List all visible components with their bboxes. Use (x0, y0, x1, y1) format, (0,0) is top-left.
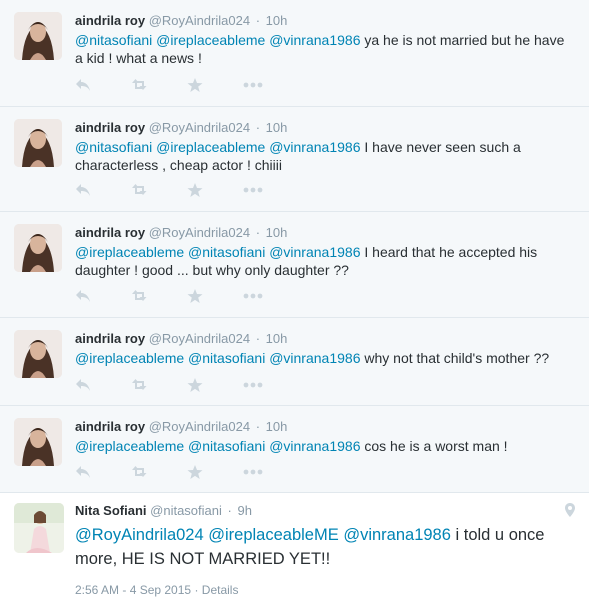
mention-link[interactable]: @nitasofiani (188, 438, 265, 454)
tweet-text: @nitasofiani @ireplaceableme @vinrana198… (75, 138, 575, 174)
more-icon[interactable] (243, 376, 299, 394)
user-handle[interactable]: @RoyAindrila024 (149, 419, 250, 434)
user-handle[interactable]: @nitasofiani (150, 503, 222, 518)
user-name[interactable]: aindrila roy (75, 120, 145, 135)
mention-link[interactable]: @ireplaceableme (75, 438, 184, 454)
mention-link[interactable]: @ireplaceableme (156, 139, 265, 155)
reply-icon[interactable] (75, 463, 131, 481)
separator-dot: · (255, 225, 261, 240)
retweet-icon[interactable] (131, 287, 187, 305)
favorite-icon[interactable] (187, 376, 243, 394)
avatar[interactable] (14, 418, 62, 466)
tweet-actions (75, 463, 299, 481)
user-name[interactable]: aindrila roy (75, 419, 145, 434)
tweet-item[interactable]: aindrila roy @RoyAindrila024 · 10h @nita… (0, 0, 589, 107)
tweet-text: @RoyAindrila024 @ireplaceableME @vinrana… (75, 523, 585, 571)
tweet-actions (75, 376, 299, 394)
separator-dot: · (227, 503, 232, 518)
retweet-icon[interactable] (131, 181, 187, 199)
tweet-item[interactable]: aindrila roy @RoyAindrila024 · 10h @irep… (0, 406, 589, 493)
tweet-thread: aindrila roy @RoyAindrila024 · 10h @nita… (0, 0, 589, 597)
tweet-item[interactable]: aindrila roy @RoyAindrila024 · 10h @irep… (0, 212, 589, 318)
tweet-time[interactable]: 9h (237, 503, 251, 518)
mention-link[interactable]: @nitasofiani (75, 139, 152, 155)
more-icon[interactable] (243, 463, 299, 481)
retweet-icon[interactable] (131, 376, 187, 394)
tweet-header: aindrila roy @RoyAindrila024 · 10h (75, 13, 287, 28)
reply-icon[interactable] (75, 76, 131, 94)
tweet-item[interactable]: aindrila roy @RoyAindrila024 · 10h @nita… (0, 107, 589, 212)
mention-link[interactable]: @ireplaceableme (75, 244, 184, 260)
tweet-actions (75, 76, 299, 94)
retweet-icon[interactable] (131, 463, 187, 481)
reply-icon[interactable] (75, 181, 131, 199)
mention-link[interactable]: @ireplaceableME (208, 526, 338, 544)
mention-link[interactable]: @nitasofiani (188, 244, 265, 260)
mention-link[interactable]: @nitasofiani (75, 32, 152, 48)
tweet-item[interactable]: aindrila roy @RoyAindrila024 · 10h @irep… (0, 318, 589, 406)
favorite-icon[interactable] (187, 463, 243, 481)
mention-link[interactable]: @vinrana1986 (269, 244, 360, 260)
user-handle[interactable]: @RoyAindrila024 (149, 225, 250, 240)
tweet-time[interactable]: 10h (266, 419, 288, 434)
mention-link[interactable]: @vinrana1986 (343, 526, 451, 544)
more-icon[interactable] (243, 76, 299, 94)
tweet-text: @nitasofiani @ireplaceableme @vinrana198… (75, 31, 575, 67)
more-icon[interactable] (243, 181, 299, 199)
mention-link[interactable]: @RoyAindrila024 (75, 526, 204, 544)
user-handle[interactable]: @RoyAindrila024 (149, 120, 250, 135)
tweet-header: aindrila roy @RoyAindrila024 · 10h (75, 120, 287, 135)
more-icon[interactable] (243, 287, 299, 305)
tweet-time[interactable]: 10h (266, 225, 288, 240)
mention-link[interactable]: @vinrana1986 (269, 438, 360, 454)
tweet-actions (75, 287, 299, 305)
mention-link[interactable]: @vinrana1986 (269, 139, 360, 155)
favorite-icon[interactable] (187, 181, 243, 199)
user-name[interactable]: aindrila roy (75, 331, 145, 346)
reply-icon[interactable] (75, 287, 131, 305)
favorite-icon[interactable] (187, 287, 243, 305)
mention-link[interactable]: @ireplaceableme (75, 350, 184, 366)
mention-link[interactable]: @ireplaceableme (156, 32, 265, 48)
user-name[interactable]: aindrila roy (75, 225, 145, 240)
mention-link[interactable]: @vinrana1986 (269, 32, 360, 48)
tweet-actions (75, 181, 299, 199)
avatar[interactable] (14, 503, 64, 553)
separator-dot: · (255, 13, 261, 28)
focused-tweet[interactable]: Nita Sofiani @nitasofiani · 9h @RoyAindr… (0, 493, 589, 597)
tweet-text: @ireplaceableme @nitasofiani @vinrana198… (75, 243, 575, 279)
tweet-text: @ireplaceableme @nitasofiani @vinrana198… (75, 437, 575, 455)
tweet-time[interactable]: 10h (266, 120, 288, 135)
tweet-body: why not that child's mother ?? (360, 350, 550, 366)
reply-icon[interactable] (75, 376, 131, 394)
tweet-body: cos he is a worst man ! (360, 438, 508, 454)
tweet-header: Nita Sofiani @nitasofiani · 9h (75, 503, 252, 518)
tweet-header: aindrila roy @RoyAindrila024 · 10h (75, 331, 287, 346)
user-handle[interactable]: @RoyAindrila024 (149, 13, 250, 28)
tweet-time[interactable]: 10h (266, 13, 288, 28)
separator-dot: · (255, 331, 261, 346)
retweet-icon[interactable] (131, 76, 187, 94)
tweet-header: aindrila roy @RoyAindrila024 · 10h (75, 225, 287, 240)
tweet-header: aindrila roy @RoyAindrila024 · 10h (75, 419, 287, 434)
user-handle[interactable]: @RoyAindrila024 (149, 331, 250, 346)
mention-link[interactable]: @nitasofiani (188, 350, 265, 366)
avatar[interactable] (14, 119, 62, 167)
user-name[interactable]: aindrila roy (75, 13, 145, 28)
separator-dot: · (255, 120, 261, 135)
tweet-time[interactable]: 10h (266, 331, 288, 346)
separator-dot: · (255, 419, 261, 434)
tweet-text: @ireplaceableme @nitasofiani @vinrana198… (75, 349, 575, 367)
mention-link[interactable]: @vinrana1986 (269, 350, 360, 366)
avatar[interactable] (14, 330, 62, 378)
avatar[interactable] (14, 224, 62, 272)
avatar[interactable] (14, 12, 62, 60)
map-pin-icon[interactable] (565, 503, 575, 522)
favorite-icon[interactable] (187, 76, 243, 94)
user-name[interactable]: Nita Sofiani (75, 503, 147, 518)
